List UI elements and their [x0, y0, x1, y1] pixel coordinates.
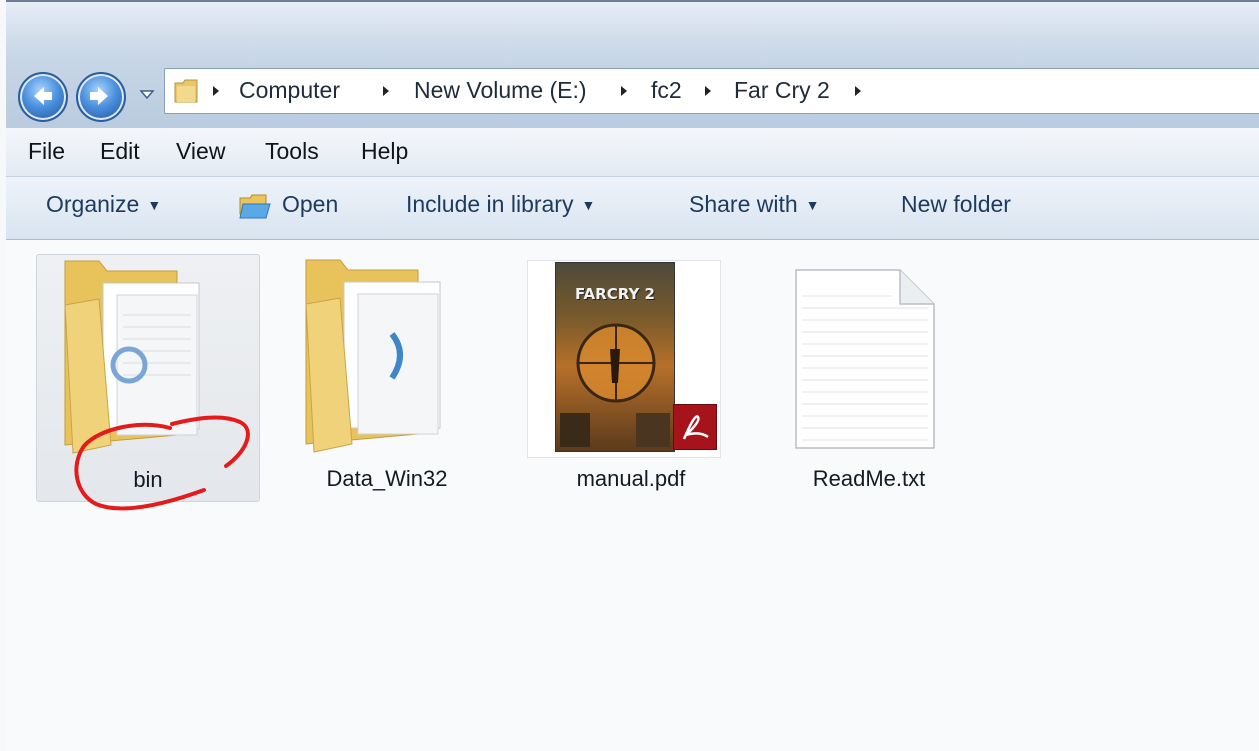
file-name-manual-pdf: manual.pdf: [576, 466, 686, 491]
chevron-down-icon: ▼: [805, 197, 820, 213]
open-folder-icon: [239, 194, 271, 219]
pdf-icon: [673, 404, 717, 450]
forward-arrow-icon: [90, 87, 108, 105]
command-toolbar: Organize ▼ Open Include in library ▼ Share…: [6, 177, 1259, 240]
breadcrumb-arrow-icon[interactable]: [853, 85, 863, 97]
file-item-readme-txt[interactable]: ReadMe.txt: [758, 254, 980, 500]
menu-file[interactable]: File: [28, 138, 65, 165]
menu-help[interactable]: Help: [361, 138, 408, 165]
cover-art: [560, 323, 670, 447]
chevron-down-icon: ▼: [147, 197, 162, 213]
open-button[interactable]: Open: [282, 191, 338, 218]
include-in-library-button[interactable]: Include in library ▼: [406, 191, 595, 218]
organize-button[interactable]: Organize ▼: [46, 191, 161, 218]
include-in-library-label: Include in library: [406, 191, 574, 217]
file-item-bin[interactable]: bin: [36, 254, 260, 502]
back-button[interactable]: [18, 72, 68, 122]
folder-icon: [64, 260, 200, 454]
share-with-label: Share with: [689, 191, 798, 217]
new-folder-button[interactable]: New folder: [901, 191, 1011, 218]
breadcrumb-arrow-icon[interactable]: [211, 85, 221, 97]
breadcrumb-arrow-icon[interactable]: [703, 85, 713, 97]
recent-pages-dropdown[interactable]: [139, 88, 155, 100]
file-name-bin: bin: [133, 467, 163, 492]
address-bar[interactable]: Computer New Volume (E:) fc2 Far Cry 2: [164, 68, 1259, 114]
breadcrumb-far-cry-2[interactable]: Far Cry 2: [734, 77, 830, 104]
back-arrow-icon: [34, 87, 52, 105]
file-item-manual-pdf[interactable]: FARCRY 2 manual.pdf: [520, 254, 742, 500]
organize-label: Organize: [46, 191, 140, 217]
file-view: bin Data_Win32 FARCRY 2 manual.pdf ReadM…: [6, 240, 1259, 751]
breadcrumb-computer[interactable]: Computer: [239, 77, 340, 104]
game-cover-thumbnail: FARCRY 2: [555, 262, 675, 452]
file-name-data-win32: Data_Win32: [326, 466, 448, 491]
menu-edit[interactable]: Edit: [100, 138, 140, 165]
menu-bar: File Edit View Tools Help: [6, 128, 1259, 177]
folder-icon: [305, 259, 441, 453]
breadcrumb-arrow-icon[interactable]: [619, 85, 629, 97]
share-with-button[interactable]: Share with ▼: [689, 191, 820, 218]
text-file-icon: [795, 269, 935, 449]
file-item-data-win32[interactable]: Data_Win32: [276, 254, 498, 500]
menu-tools[interactable]: Tools: [265, 138, 319, 165]
breadcrumb-fc2[interactable]: fc2: [651, 77, 682, 104]
breadcrumb-new-volume[interactable]: New Volume (E:): [414, 77, 587, 104]
file-name-readme-txt: ReadMe.txt: [812, 466, 926, 491]
folder-icon: [174, 79, 198, 103]
menu-view[interactable]: View: [176, 138, 225, 165]
forward-button[interactable]: [76, 72, 126, 122]
breadcrumb-arrow-icon[interactable]: [381, 85, 391, 97]
chevron-down-icon: ▼: [581, 197, 596, 213]
title-bar: Computer New Volume (E:) fc2 Far Cry 2: [6, 0, 1259, 130]
